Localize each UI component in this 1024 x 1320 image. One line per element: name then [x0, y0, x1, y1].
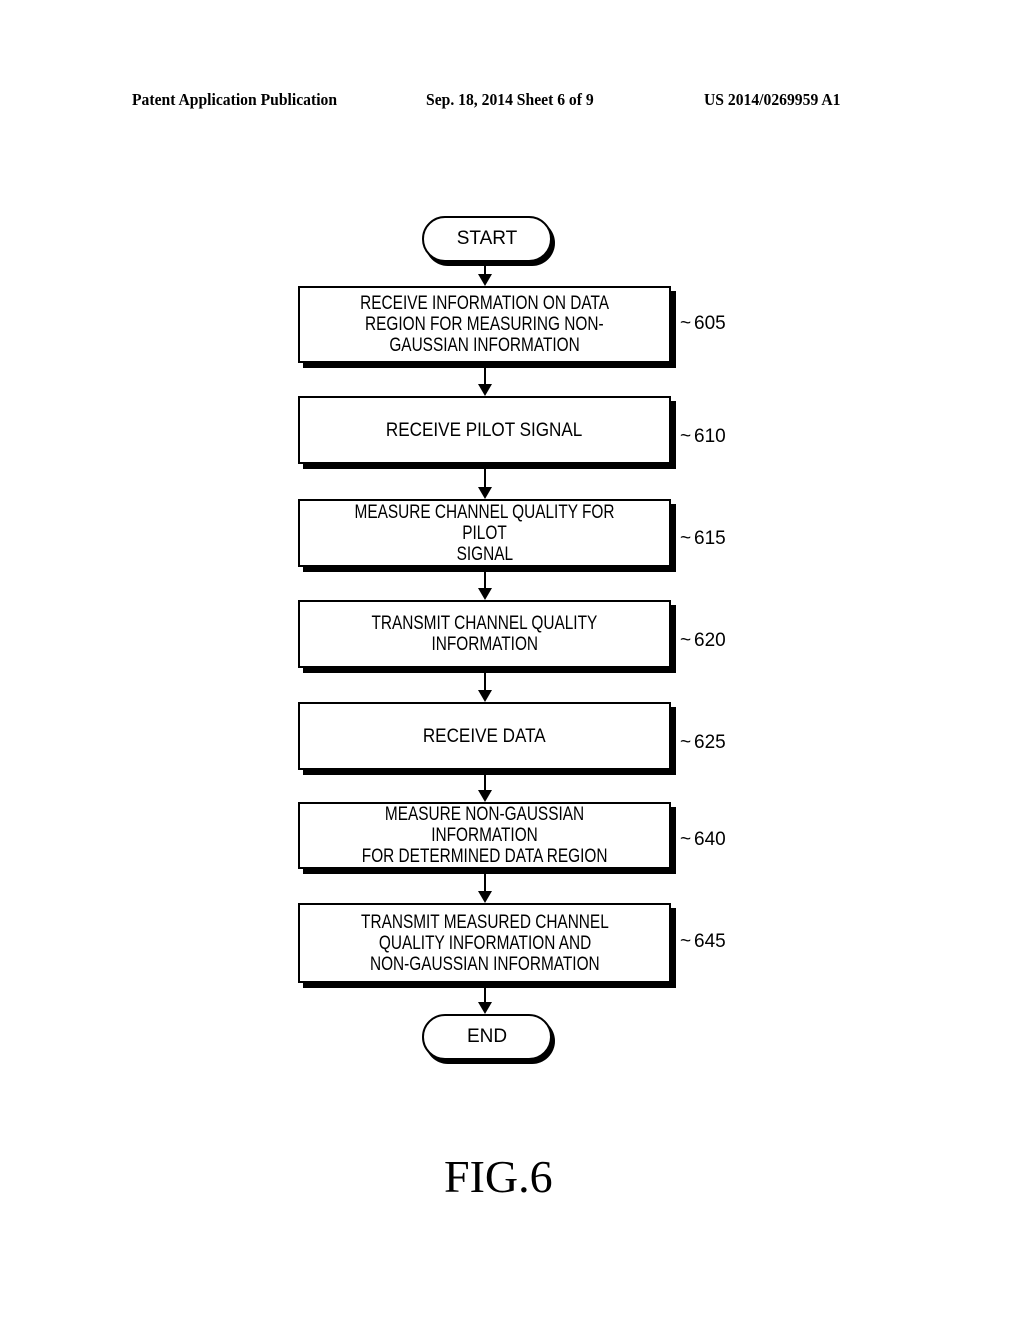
ref-610: ~610	[680, 426, 726, 447]
step-625: RECEIVE DATA	[298, 702, 671, 770]
arrow-645-end	[478, 988, 492, 1014]
ref-625: ~625	[680, 732, 726, 753]
step-620-line: TRANSMIT CHANNEL QUALITY	[371, 613, 598, 634]
step-625-line: RECEIVE DATA	[423, 725, 546, 747]
arrow-620-625	[478, 673, 492, 702]
ref-615: ~615	[680, 528, 726, 549]
arrow-610-615	[478, 469, 492, 499]
step-640-line: MEASURE NON-GAUSSIAN INFORMATION	[384, 804, 585, 846]
ref-number: 610	[694, 426, 726, 447]
step-640-line: FOR DETERMINED DATA REGION	[361, 846, 608, 867]
step-605: RECEIVE INFORMATION ON DATA REGION FOR ME…	[298, 286, 671, 363]
ref-620: ~620	[680, 630, 726, 651]
step-645-line: NON-GAUSSIAN INFORMATION	[369, 953, 600, 975]
step-610-line: RECEIVE PILOT SIGNAL	[386, 419, 583, 441]
figure-label: FIG.6	[444, 1151, 553, 1202]
step-645-line: TRANSMIT MEASURED CHANNEL	[360, 911, 609, 933]
ref-605: ~605	[680, 313, 726, 334]
start-label: START	[456, 228, 518, 249]
arrow-615-620	[478, 572, 492, 600]
publication-date-sheet: Sep. 18, 2014 Sheet 6 of 9	[426, 90, 594, 109]
step-615: MEASURE CHANNEL QUALITY FOR PILOT SIGNAL	[298, 499, 671, 567]
ref-640: ~640	[680, 829, 726, 850]
publication-number: US 2014/0269959 A1	[704, 90, 841, 109]
arrow-640-645	[478, 874, 492, 903]
arrow-625-640	[478, 775, 492, 802]
step-620-line: INFORMATION	[431, 634, 538, 655]
step-620: TRANSMIT CHANNEL QUALITY INFORMATION	[298, 600, 671, 668]
step-605-line: GAUSSIAN INFORMATION	[389, 335, 580, 356]
end-label: END	[466, 1026, 508, 1047]
arrow-605-610	[478, 368, 492, 396]
step-605-line: RECEIVE INFORMATION ON DATA	[360, 293, 609, 314]
step-610: RECEIVE PILOT SIGNAL	[298, 396, 671, 464]
step-645: TRANSMIT MEASURED CHANNEL QUALITY INFORMA…	[298, 903, 671, 983]
end-terminal: END	[422, 1014, 552, 1060]
step-640: MEASURE NON-GAUSSIAN INFORMATION FOR DETE…	[298, 802, 671, 869]
ref-number: 620	[694, 630, 726, 651]
publication-type: Patent Application Publication	[132, 90, 338, 109]
ref-number: 605	[694, 313, 726, 334]
step-645-line: QUALITY INFORMATION AND	[378, 932, 591, 954]
step-605-line: REGION FOR MEASURING NON-	[365, 314, 604, 335]
arrow-start-605	[478, 260, 492, 286]
ref-645: ~645	[680, 931, 726, 952]
ref-number: 625	[694, 732, 726, 753]
step-615-line: MEASURE CHANNEL QUALITY FOR PILOT	[354, 501, 615, 544]
start-terminal: START	[422, 216, 552, 262]
ref-number: 645	[694, 931, 726, 952]
ref-number: 640	[694, 829, 726, 850]
ref-number: 615	[694, 528, 726, 549]
step-615-line: SIGNAL	[456, 543, 513, 565]
